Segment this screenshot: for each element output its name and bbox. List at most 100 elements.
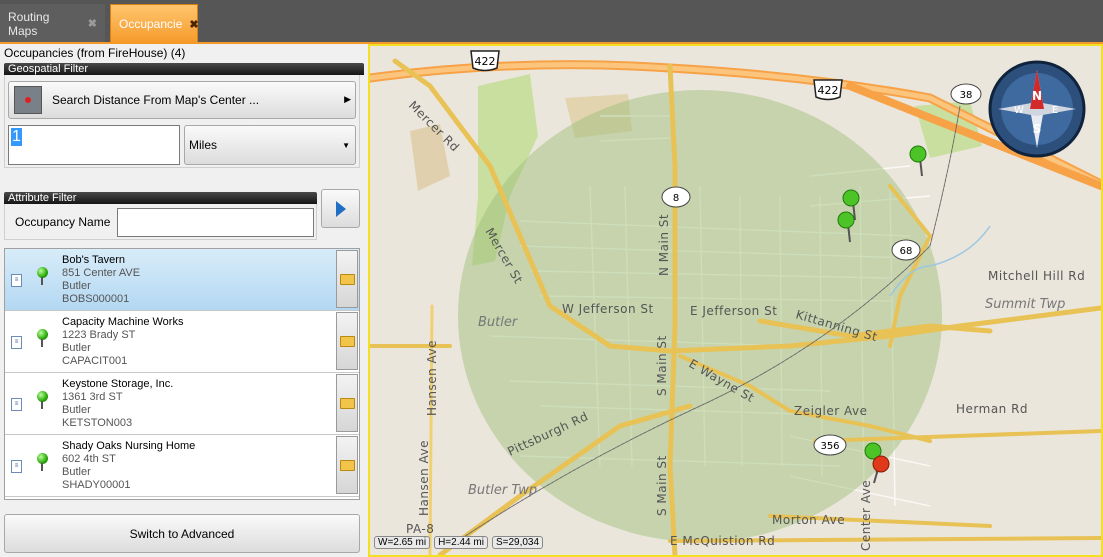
switch-to-advanced-button[interactable]: Switch to Advanced <box>4 514 360 553</box>
svg-text:38: 38 <box>960 90 973 101</box>
svg-text:8: 8 <box>673 193 679 204</box>
open-folder-button[interactable] <box>336 374 358 432</box>
occupancy-address: 602 4th ST <box>62 453 116 465</box>
route-shield: 38 <box>950 83 982 105</box>
units-value: Miles <box>189 138 218 152</box>
road-label: Morton Ave <box>772 513 845 527</box>
tab-label: Occupancie <box>119 17 183 31</box>
map-view[interactable]: Mercer Rd Mercer St N Main St S Main St … <box>368 44 1103 557</box>
list-item-text: Keystone Storage, Inc. 1361 3rd ST Butle… <box>62 378 173 430</box>
list-item[interactable]: ≡ Capacity Machine Works 1223 Brady ST B… <box>5 311 359 373</box>
area-label: Butler Twp <box>468 483 537 498</box>
document-icon[interactable]: ≡ <box>11 398 22 411</box>
list-item[interactable]: ≡ Bob's Tavern 851 Center AVE Butler BOB… <box>5 249 359 311</box>
map-canvas[interactable]: Mercer Rd Mercer St N Main St S Main St … <box>370 46 1101 555</box>
selected-map-pin-icon[interactable] <box>872 455 890 484</box>
svg-text:N: N <box>1032 89 1042 103</box>
document-icon[interactable]: ≡ <box>11 460 22 473</box>
attribute-filter-header: Attribute Filter <box>4 192 317 204</box>
occupancy-code: CAPACIT001 <box>62 355 128 367</box>
open-folder-button[interactable] <box>336 250 358 308</box>
tab-bar: Routing Maps ✖ Occupancie ✖ <box>0 0 1103 44</box>
road-label: N Main St <box>657 214 671 276</box>
route-shield: 422 <box>470 50 500 72</box>
close-icon[interactable]: ✖ <box>88 17 97 30</box>
route-shield: 356 <box>813 434 847 456</box>
chevron-down-icon: ▼ <box>342 141 350 150</box>
occupancy-list: ≡ Bob's Tavern 851 Center AVE Butler BOB… <box>4 248 360 500</box>
folder-icon <box>339 397 355 409</box>
list-item[interactable]: ≡ Shady Oaks Nursing Home 602 4th ST But… <box>5 435 359 497</box>
road-label: S Main St <box>655 455 669 516</box>
scale-width: W=2.65 mi <box>374 536 431 549</box>
list-item[interactable]: ≡ Keystone Storage, Inc. 1361 3rd ST But… <box>5 373 359 435</box>
route-shield: 68 <box>891 239 921 261</box>
road-label: Hansen Ave <box>425 340 439 416</box>
search-distance-button[interactable]: Search Distance From Map's Center ... ▶ <box>8 81 356 119</box>
road-label: PA-8 <box>406 522 434 536</box>
scale-height: H=2.44 mi <box>434 536 488 549</box>
occupancy-city: Butler <box>62 404 91 416</box>
panel-title: Occupancies (from FireHouse) (4) <box>4 46 186 60</box>
occupancy-name-input[interactable] <box>117 208 314 237</box>
svg-text:68: 68 <box>900 246 913 257</box>
folder-icon <box>339 273 355 285</box>
distance-input[interactable]: 1 <box>8 125 180 165</box>
close-icon[interactable]: ✖ <box>189 18 198 31</box>
open-folder-button[interactable] <box>336 312 358 370</box>
svg-text:422: 422 <box>475 55 496 68</box>
svg-text:W: W <box>1014 105 1024 116</box>
map-pin-icon[interactable] <box>909 145 927 177</box>
apply-filter-button[interactable] <box>321 189 360 228</box>
occupancy-name: Bob's Tavern <box>62 254 126 266</box>
map-pin-icon[interactable] <box>37 391 48 409</box>
road-label: Center Ave <box>859 480 873 551</box>
road-label: W Jefferson St <box>562 302 654 316</box>
scale-ratio: S=29,034 <box>491 536 544 549</box>
occupancy-code: BOBS000001 <box>62 293 130 305</box>
road-label: E Jefferson St <box>690 304 777 318</box>
folder-icon <box>339 459 355 471</box>
play-icon <box>335 200 346 217</box>
open-folder-button[interactable] <box>336 436 358 494</box>
svg-text:E: E <box>1052 105 1058 116</box>
occupancy-address: 1223 Brady ST <box>62 329 136 341</box>
area-label: Butler <box>478 315 519 330</box>
occupancy-code: KETSTON003 <box>62 417 133 429</box>
map-pin-icon[interactable] <box>37 453 48 471</box>
route-shield: 8 <box>661 186 691 208</box>
list-item-text: Shady Oaks Nursing Home 602 4th ST Butle… <box>62 440 195 492</box>
road-label: E McQuistion Rd <box>670 534 775 548</box>
occupancy-panel: Occupancies (from FireHouse) (4) Geospat… <box>0 44 368 557</box>
map-pin-icon[interactable] <box>37 267 48 285</box>
tab-routing-maps[interactable]: Routing Maps ✖ <box>0 4 105 43</box>
distance-value: 1 <box>11 128 22 146</box>
map-pin-icon[interactable] <box>37 329 48 347</box>
occupancy-address: 1361 3rd ST <box>62 391 123 403</box>
occupancy-city: Butler <box>62 280 91 292</box>
svg-text:S: S <box>1033 122 1042 136</box>
svg-text:422: 422 <box>818 84 839 97</box>
tab-occupancies[interactable]: Occupancie ✖ <box>110 4 199 43</box>
occupancy-name: Keystone Storage, Inc. <box>62 378 174 390</box>
occupancy-code: SHADY00001 <box>62 479 131 491</box>
list-item-text: Bob's Tavern 851 Center AVE Butler BOBS0… <box>62 254 140 306</box>
road-label: Mitchell Hill Rd <box>988 269 1085 283</box>
units-dropdown[interactable]: Miles ▼ <box>184 125 356 165</box>
compass-icon[interactable]: N E S W <box>988 60 1086 158</box>
folder-icon <box>339 335 355 347</box>
road-label: S Main St <box>655 335 669 396</box>
chevron-right-icon: ▶ <box>344 94 351 104</box>
document-icon[interactable]: ≡ <box>11 274 22 287</box>
occupancy-name: Capacity Machine Works <box>62 316 184 328</box>
map-scale-readout: W=2.65 mi H=2.44 mi S=29,034 <box>374 536 544 549</box>
search-distance-label: Search Distance From Map's Center ... <box>52 93 260 107</box>
list-item-text: Capacity Machine Works 1223 Brady ST But… <box>62 316 183 368</box>
svg-text:356: 356 <box>820 441 839 452</box>
tab-label: Routing Maps <box>8 9 50 38</box>
road-label: Hansen Ave <box>417 440 431 516</box>
document-icon[interactable]: ≡ <box>11 336 22 349</box>
route-shield: 422 <box>813 79 843 101</box>
map-thumbnail-icon <box>14 86 42 114</box>
area-label: Summit Twp <box>985 297 1065 312</box>
